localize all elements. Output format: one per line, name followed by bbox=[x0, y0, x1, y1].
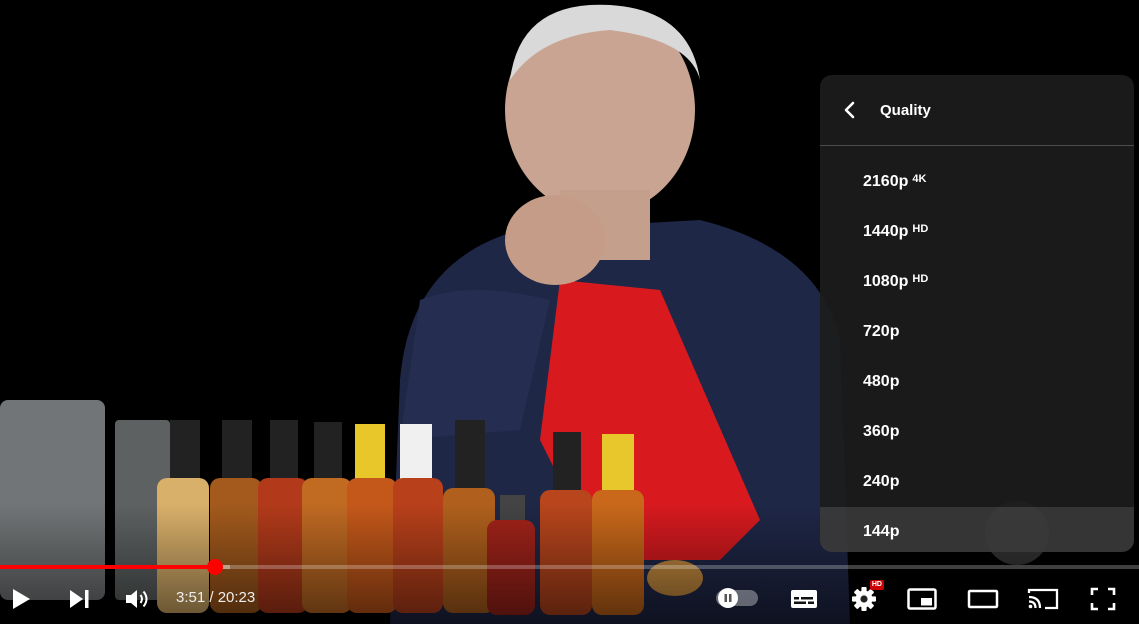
play-icon bbox=[13, 589, 30, 609]
quality-label: 144p bbox=[863, 523, 900, 540]
quality-option-240p[interactable]: 240p bbox=[820, 457, 1134, 507]
autoplay-toggle[interactable] bbox=[716, 588, 758, 608]
hd-badge: HD bbox=[869, 580, 884, 590]
quality-menu: Quality 2160p 4K 1440p HD 1080p HD 720p 480… bbox=[820, 75, 1134, 552]
quality-option-1440p[interactable]: 1440p HD bbox=[820, 207, 1134, 257]
progress-scrubber[interactable] bbox=[207, 559, 223, 575]
subtitles-button[interactable] bbox=[788, 585, 820, 613]
volume-icon bbox=[126, 590, 148, 608]
fullscreen-button[interactable] bbox=[1088, 585, 1118, 613]
quality-option-720p[interactable]: 720p bbox=[820, 307, 1134, 357]
progress-played bbox=[0, 565, 215, 569]
quality-option-2160p[interactable]: 2160p 4K bbox=[820, 157, 1134, 207]
quality-badge: 4K bbox=[912, 173, 927, 185]
miniplayer-icon bbox=[907, 588, 937, 610]
theater-mode-icon bbox=[967, 589, 999, 609]
back-button[interactable] bbox=[820, 75, 880, 145]
quality-menu-header: Quality bbox=[820, 75, 1134, 146]
quality-option-360p[interactable]: 360p bbox=[820, 407, 1134, 457]
quality-badge: HD bbox=[912, 273, 929, 285]
chevron-left-icon bbox=[844, 101, 855, 119]
quality-label: 360p bbox=[863, 423, 900, 440]
quality-options: 2160p 4K 1440p HD 1080p HD 720p 480p 360p 2… bbox=[820, 146, 1134, 552]
quality-label: 1080p bbox=[863, 273, 909, 290]
quality-label: 480p bbox=[863, 373, 900, 390]
quality-option-480p[interactable]: 480p bbox=[820, 357, 1134, 407]
progress-bar[interactable] bbox=[0, 559, 1139, 575]
quality-menu-title: Quality bbox=[880, 101, 931, 119]
cast-icon bbox=[1027, 588, 1059, 610]
quality-label: 1440p bbox=[863, 223, 909, 240]
volume-button[interactable] bbox=[122, 585, 154, 613]
cast-button[interactable] bbox=[1026, 585, 1060, 613]
quality-badge: HD bbox=[912, 223, 929, 235]
theater-mode-button[interactable] bbox=[966, 585, 1000, 613]
next-icon bbox=[70, 590, 89, 608]
subtitles-icon bbox=[791, 590, 817, 608]
play-button[interactable] bbox=[6, 585, 36, 613]
fullscreen-icon bbox=[1090, 587, 1116, 611]
pause-icon bbox=[724, 594, 732, 602]
quality-option-144p[interactable]: 144p bbox=[820, 507, 1134, 552]
next-button[interactable] bbox=[64, 585, 94, 613]
settings-button[interactable]: HD bbox=[848, 580, 884, 614]
autoplay-knob bbox=[718, 588, 738, 608]
quality-label: 2160p bbox=[863, 173, 909, 190]
quality-label: 240p bbox=[863, 473, 900, 490]
miniplayer-button[interactable] bbox=[906, 585, 938, 613]
quality-label: 720p bbox=[863, 323, 900, 340]
time-display: 3:51 / 20:23 bbox=[176, 589, 256, 606]
quality-option-1080p[interactable]: 1080p HD bbox=[820, 257, 1134, 307]
